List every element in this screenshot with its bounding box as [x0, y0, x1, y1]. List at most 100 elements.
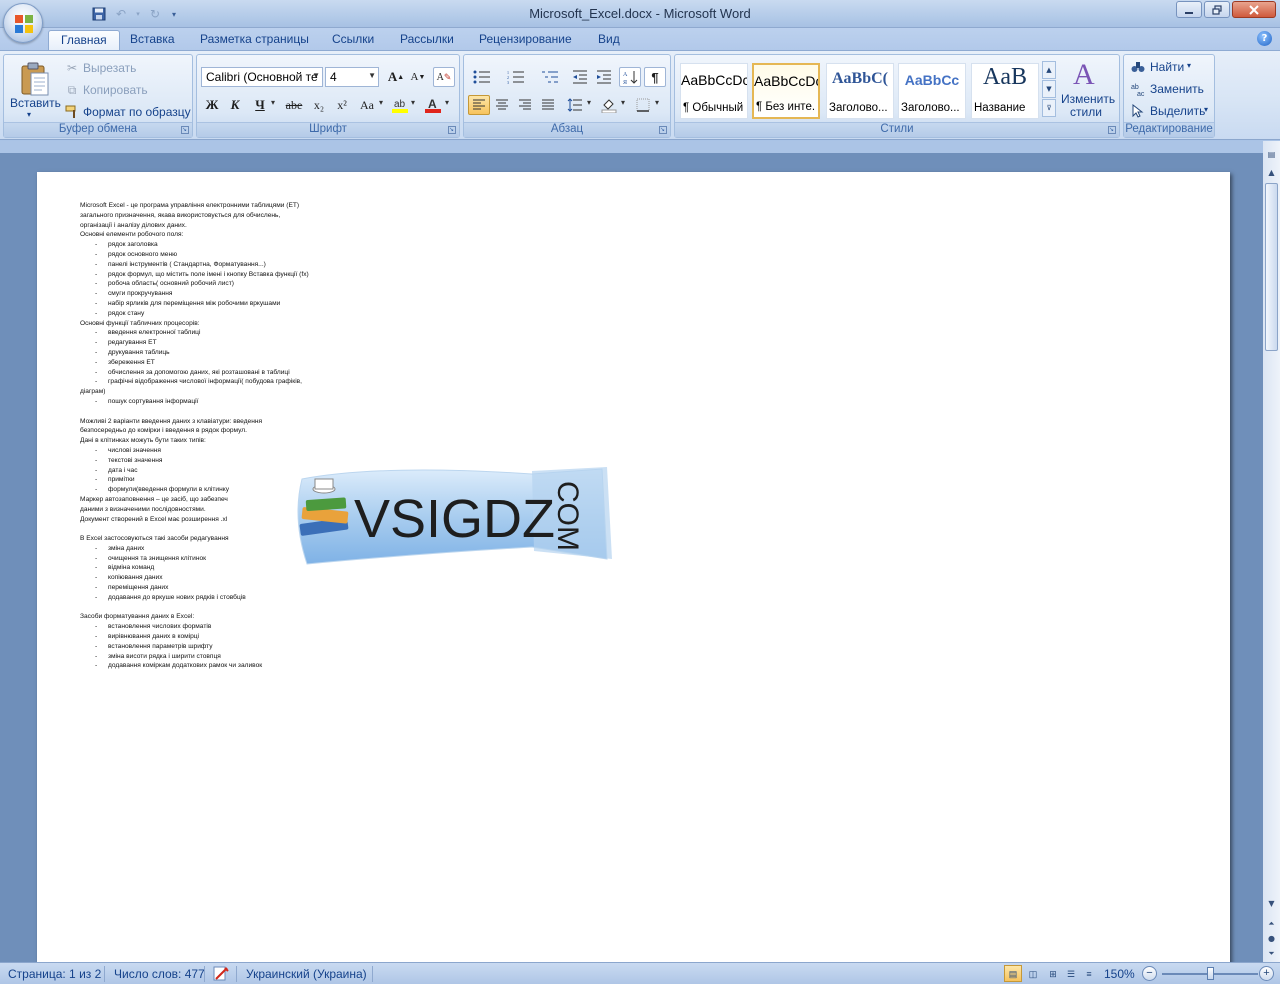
styles-scroll-down-icon[interactable]: ▼	[1042, 80, 1056, 98]
zoom-slider-thumb[interactable]	[1206, 967, 1214, 980]
scroll-down-icon[interactable]: ▼	[1264, 896, 1279, 911]
paste-dropdown-icon[interactable]: ▾	[27, 110, 31, 119]
styles-scroll-up-icon[interactable]: ▲	[1042, 61, 1056, 79]
proofing-icon[interactable]	[212, 965, 230, 983]
line-spacing-icon[interactable]	[564, 95, 586, 115]
zoom-in-icon[interactable]: +	[1259, 966, 1274, 981]
select-dropdown-icon[interactable]: ▾	[1204, 105, 1208, 114]
borders-dropdown-icon[interactable]: ▾	[655, 98, 659, 107]
office-button[interactable]	[3, 3, 43, 43]
show-formatting-marks-icon[interactable]: ¶	[644, 67, 666, 87]
align-center-icon[interactable]	[491, 95, 513, 115]
tab-review[interactable]: Рецензирование	[467, 30, 584, 50]
justify-icon[interactable]	[537, 95, 559, 115]
grow-font-icon[interactable]: A ▲	[385, 67, 407, 87]
window-controls	[1176, 1, 1276, 18]
styles-more-icon[interactable]: ⊽	[1042, 99, 1056, 117]
title-bar: ↶ ▾ ↻ ▾ Microsoft_Excel.docx - Microsoft…	[0, 0, 1280, 28]
clear-formatting-icon[interactable]: A ✎	[433, 67, 455, 87]
replace-button[interactable]: Заменить	[1150, 82, 1204, 96]
next-page-icon[interactable]: ⏷	[1264, 946, 1279, 961]
align-left-icon[interactable]	[468, 95, 490, 115]
sort-icon[interactable]: AЯ	[619, 67, 641, 87]
outline-view-icon[interactable]: ☰	[1062, 965, 1080, 982]
style-title[interactable]: AaB Название	[971, 63, 1039, 119]
change-styles-icon[interactable]: A	[1070, 57, 1102, 89]
style-normal[interactable]: AaBbCcDc ¶ Обычный	[680, 63, 748, 119]
underline-dropdown-icon[interactable]: ▾	[271, 98, 275, 107]
clipboard-launcher-icon[interactable]: ↘	[181, 126, 189, 134]
style-heading-2[interactable]: AaBbCc Заголово...	[898, 63, 966, 119]
increase-indent-icon[interactable]	[593, 67, 615, 87]
paragraph-group: 123 AЯ ¶ ▾ ▾ ▾ Абзац ↘	[463, 54, 671, 138]
help-icon[interactable]: ?	[1257, 31, 1272, 46]
highlight-icon[interactable]: ab	[389, 95, 411, 115]
line-spacing-dropdown-icon[interactable]: ▾	[587, 98, 591, 107]
italic-button[interactable]: К	[224, 95, 246, 115]
tab-view[interactable]: Вид	[586, 30, 632, 50]
font-launcher-icon[interactable]: ↘	[448, 126, 456, 134]
decrease-indent-icon[interactable]	[569, 67, 591, 87]
word-count[interactable]: Число слов: 477	[114, 967, 205, 981]
underline-button[interactable]: Ч	[249, 95, 271, 115]
shrink-font-icon[interactable]: A ▼	[407, 67, 429, 87]
highlight-dropdown-icon[interactable]: ▾	[411, 98, 415, 107]
find-dropdown-icon[interactable]: ▾	[1187, 61, 1191, 70]
tab-page-layout[interactable]: Разметка страницы	[188, 30, 321, 50]
scrollbar-thumb[interactable]	[1265, 183, 1278, 351]
print-layout-view-icon[interactable]: ▤	[1004, 965, 1022, 982]
shading-dropdown-icon[interactable]: ▾	[621, 98, 625, 107]
change-styles-button[interactable]: Изменить стили	[1061, 93, 1115, 119]
tab-insert[interactable]: Вставка	[118, 30, 187, 50]
maximize-button[interactable]	[1204, 1, 1230, 18]
minimize-button[interactable]	[1176, 1, 1202, 18]
document-body[interactable]: Microsoft Excel - це програма управління…	[80, 201, 340, 671]
font-name-combo[interactable]: Calibri (Основной те ▼	[201, 67, 323, 87]
ruler-toggle-icon[interactable]: ▤	[1264, 147, 1279, 162]
format-painter-button[interactable]: Формат по образцу	[83, 105, 191, 119]
list-item: рядок стану	[80, 309, 340, 319]
zoom-out-icon[interactable]: −	[1142, 966, 1157, 981]
font-size-combo[interactable]: 4 ▼	[325, 67, 379, 87]
cut-button[interactable]: Вырезать	[83, 61, 136, 75]
shading-icon[interactable]	[598, 95, 620, 115]
tab-home[interactable]: Главная	[48, 30, 120, 50]
bullets-icon[interactable]	[468, 67, 496, 87]
bold-button[interactable]: Ж	[201, 95, 223, 115]
style-no-spacing[interactable]: AaBbCcDc ¶ Без инте...	[752, 63, 820, 119]
copy-button[interactable]: Копировать	[83, 83, 148, 97]
language-indicator[interactable]: Украинский (Украина)	[246, 967, 367, 981]
zoom-level[interactable]: 150%	[1104, 967, 1135, 981]
full-screen-reading-view-icon[interactable]: ◫	[1024, 965, 1042, 982]
browse-object-icon[interactable]: ●	[1264, 931, 1279, 946]
draft-view-icon[interactable]: ≡	[1080, 965, 1098, 982]
multilevel-list-icon[interactable]	[536, 67, 564, 87]
align-right-icon[interactable]	[514, 95, 536, 115]
subscript-button[interactable]: x₂	[308, 95, 330, 115]
scroll-up-icon[interactable]: ▲	[1264, 165, 1279, 180]
paste-icon[interactable]	[12, 59, 56, 99]
select-button[interactable]: Выделить	[1150, 104, 1205, 118]
numbering-icon[interactable]: 123	[502, 67, 530, 87]
web-layout-view-icon[interactable]: ⊞	[1044, 965, 1062, 982]
previous-page-icon[interactable]: ⏶	[1264, 916, 1279, 931]
paragraph-launcher-icon[interactable]: ↘	[659, 126, 667, 134]
change-case-button[interactable]: Aa	[356, 95, 378, 115]
divider	[372, 966, 373, 982]
font-color-dropdown-icon[interactable]: ▾	[445, 98, 449, 107]
tab-references[interactable]: Ссылки	[320, 30, 386, 50]
find-button[interactable]: Найти	[1150, 60, 1184, 74]
case-dropdown-icon[interactable]: ▾	[379, 98, 383, 107]
document-page[interactable]: Microsoft Excel - це програма управління…	[37, 172, 1230, 962]
close-button[interactable]	[1232, 1, 1276, 18]
page-count[interactable]: Страница: 1 из 2	[8, 967, 101, 981]
tab-mailings[interactable]: Рассылки	[388, 30, 466, 50]
borders-icon[interactable]	[632, 95, 654, 115]
font-color-icon[interactable]: A	[422, 95, 444, 115]
strikethrough-button[interactable]: abe	[283, 95, 305, 115]
vertical-scrollbar[interactable]: ▤ ▲ ▼ ⏶ ● ⏷	[1263, 141, 1280, 962]
paste-button[interactable]: Вставить	[10, 96, 61, 110]
superscript-button[interactable]: x²	[331, 95, 353, 115]
styles-launcher-icon[interactable]: ↘	[1108, 126, 1116, 134]
style-heading-1[interactable]: AaBbC( Заголово...	[826, 63, 894, 119]
